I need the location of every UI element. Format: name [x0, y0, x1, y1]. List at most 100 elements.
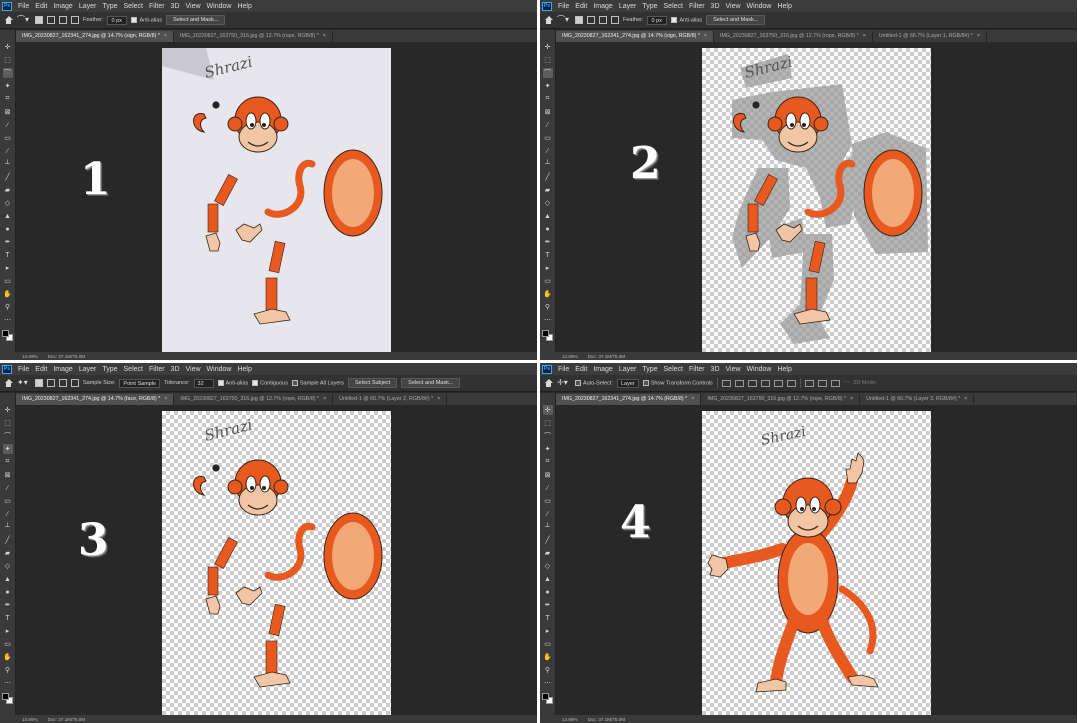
paint-bucket-icon[interactable]: ◇ — [3, 198, 13, 208]
document-tab[interactable]: Untitled-1 @ 66.7% (Layer 3, RGB/8#) * × — [860, 394, 975, 405]
color-swatches[interactable] — [1, 330, 14, 342]
subtract-selection-icon[interactable] — [59, 379, 67, 387]
close-icon[interactable]: × — [691, 396, 694, 402]
eyedropper-tool-icon[interactable]: ∕ — [3, 120, 13, 130]
move-tool-icon[interactable]: ✛▾ — [557, 378, 571, 388]
eraser-tool-icon[interactable]: ▰ — [3, 185, 13, 195]
auto-select-checkbox[interactable]: Auto-Select: — [575, 379, 613, 386]
brush-tool-icon[interactable]: ∕ — [543, 509, 553, 519]
close-icon[interactable]: × — [964, 396, 967, 402]
subtract-selection-icon[interactable] — [59, 16, 67, 24]
menu-file[interactable]: File — [555, 3, 572, 10]
crop-tool-icon[interactable]: ⌗ — [3, 457, 13, 467]
move-tool-icon[interactable]: ✛ — [542, 405, 553, 415]
intersect-selection-icon[interactable] — [71, 379, 79, 387]
show-transform-checkbox[interactable]: Show Transform Controls — [642, 379, 713, 386]
menu-image[interactable]: Image — [50, 366, 75, 373]
history-brush-icon[interactable]: ╱ — [543, 535, 553, 545]
distribute-icon[interactable] — [817, 379, 827, 387]
stamp-tool-icon[interactable]: ┴ — [543, 522, 553, 532]
sample-all-layers-checkbox[interactable]: Sample All Layers — [291, 379, 344, 386]
document-tab[interactable]: Untitled-1 @ 66.7% (Layer 1, RGB/8#) * × — [873, 31, 987, 42]
menu-select[interactable]: Select — [121, 3, 146, 10]
menu-select[interactable]: Select — [121, 366, 146, 373]
intersect-selection-icon[interactable] — [71, 16, 79, 24]
lasso-tool-icon[interactable]: ⌒▾ — [17, 15, 31, 25]
crop-tool-icon[interactable]: ⌗ — [3, 94, 13, 104]
history-brush-icon[interactable]: ╱ — [3, 535, 13, 545]
crop-tool-icon[interactable]: ⌗ — [543, 94, 553, 104]
more-tools-icon[interactable]: ⋯ — [3, 315, 13, 325]
zoom-tool-icon[interactable]: ⚲ — [3, 302, 13, 312]
color-swatches[interactable] — [541, 693, 554, 705]
eyedropper-tool-icon[interactable]: ∕ — [3, 483, 13, 493]
magic-wand-tool-icon[interactable]: ✦ — [2, 444, 13, 454]
close-icon[interactable]: × — [323, 33, 326, 39]
menu-help[interactable]: Help — [234, 366, 254, 373]
rectangle-tool-icon[interactable]: ▭ — [543, 639, 553, 649]
menu-view[interactable]: View — [723, 366, 744, 373]
menu-3d[interactable]: 3D — [708, 366, 723, 373]
zoom-level[interactable]: 14.69% — [22, 717, 38, 722]
magic-wand-tool-icon[interactable]: ✦ — [3, 81, 13, 91]
paint-bucket-icon[interactable]: ◇ — [543, 561, 553, 571]
marquee-tool-icon[interactable]: ⬚ — [543, 418, 553, 428]
dodge-tool-icon[interactable]: ● — [3, 224, 13, 234]
menu-filter[interactable]: Filter — [146, 3, 168, 10]
more-tools-icon[interactable]: ⋯ — [543, 315, 553, 325]
more-tools-icon[interactable]: ⋯ — [543, 678, 553, 688]
antialias-checkbox[interactable]: Anti-alias — [671, 16, 702, 23]
menu-filter[interactable]: Filter — [146, 366, 168, 373]
magic-wand-tool-icon[interactable]: ✦ — [543, 444, 553, 454]
align-bottom-icon[interactable] — [786, 379, 796, 387]
document-canvas[interactable]: Shrazi — [702, 411, 931, 715]
pen-tool-icon[interactable]: ✒ — [3, 600, 13, 610]
document-canvas[interactable]: Shrazi — [162, 48, 391, 352]
menu-type[interactable]: Type — [99, 3, 120, 10]
menu-layer[interactable]: Layer — [616, 366, 640, 373]
menu-edit[interactable]: Edit — [572, 3, 590, 10]
new-selection-icon[interactable] — [35, 16, 43, 24]
blur-tool-icon[interactable]: ▲ — [3, 211, 13, 221]
menu-view[interactable]: View — [183, 3, 204, 10]
dodge-tool-icon[interactable]: ● — [543, 587, 553, 597]
move-tool-icon[interactable]: ✛ — [3, 42, 13, 52]
close-icon[interactable]: × — [323, 396, 326, 402]
type-tool-icon[interactable]: T — [3, 250, 13, 260]
stamp-tool-icon[interactable]: ┴ — [3, 522, 13, 532]
canvas-area[interactable]: Shrazi — [556, 42, 1077, 352]
canvas-area[interactable]: Shrazi — [16, 405, 537, 715]
home-icon[interactable] — [544, 15, 553, 25]
menu-file[interactable]: File — [15, 3, 32, 10]
zoom-level[interactable]: 14.69% — [562, 717, 578, 722]
new-selection-icon[interactable] — [35, 379, 43, 387]
align-right-icon[interactable] — [747, 379, 757, 387]
zoom-tool-icon[interactable]: ⚲ — [3, 665, 13, 675]
menu-type[interactable]: Type — [99, 366, 120, 373]
eraser-tool-icon[interactable]: ▰ — [543, 548, 553, 558]
document-tab[interactable]: IMG_20230827_162341_274.jpg @ 14.7% (RGB… — [556, 394, 702, 405]
healing-tool-icon[interactable]: ▭ — [543, 496, 553, 506]
antialias-checkbox[interactable]: Anti-alias — [131, 16, 162, 23]
path-select-icon[interactable]: ▸ — [3, 263, 13, 273]
document-tab[interactable]: IMG_20230827_162341_274.jpg @ 14.7% (sig… — [16, 31, 174, 42]
brush-tool-icon[interactable]: ∕ — [3, 146, 13, 156]
menu-view[interactable]: View — [183, 366, 204, 373]
crop-tool-icon[interactable]: ⌗ — [543, 457, 553, 467]
menu-help[interactable]: Help — [774, 3, 794, 10]
home-icon[interactable] — [544, 378, 553, 388]
feather-input[interactable]: 0 px — [647, 15, 668, 25]
path-select-icon[interactable]: ▸ — [543, 263, 553, 273]
feather-input[interactable]: 0 px — [107, 15, 128, 25]
rectangle-tool-icon[interactable]: ▭ — [3, 639, 13, 649]
color-swatches[interactable] — [541, 330, 554, 342]
frame-tool-icon[interactable]: ⊠ — [543, 470, 553, 480]
history-brush-icon[interactable]: ╱ — [3, 172, 13, 182]
blur-tool-icon[interactable]: ▲ — [543, 211, 553, 221]
color-swatches[interactable] — [1, 693, 14, 705]
marquee-tool-icon[interactable]: ⬚ — [3, 418, 13, 428]
close-icon[interactable]: × — [437, 396, 440, 402]
stamp-tool-icon[interactable]: ┴ — [543, 159, 553, 169]
add-selection-icon[interactable] — [587, 16, 595, 24]
menu-layer[interactable]: Layer — [76, 366, 100, 373]
